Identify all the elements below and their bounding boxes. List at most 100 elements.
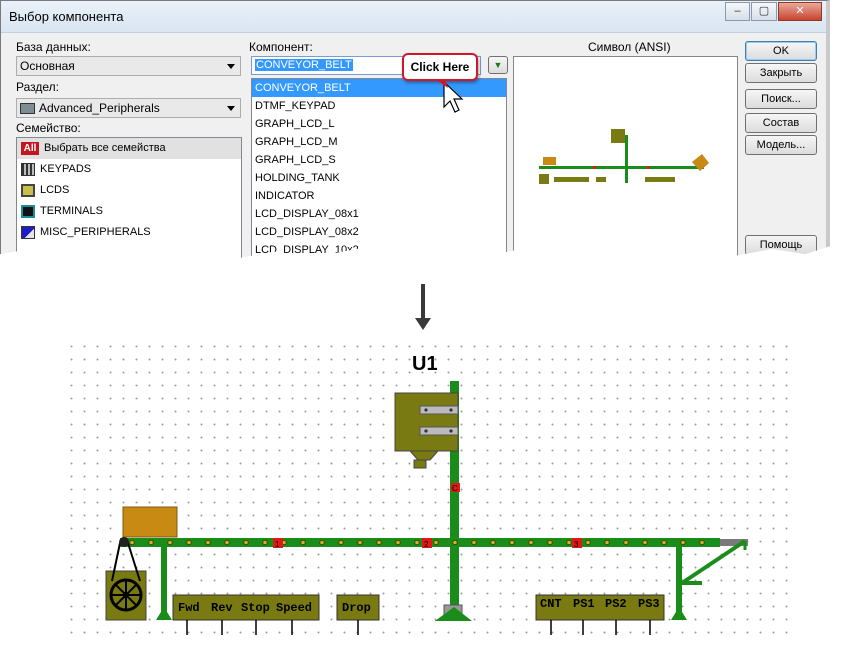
belt-roller xyxy=(585,539,591,546)
pin-label-ps3: PS3 xyxy=(638,597,660,611)
model-button[interactable]: Модель... xyxy=(745,135,817,155)
database-value: Основная xyxy=(20,59,75,73)
belt-roller xyxy=(395,539,401,546)
belt-roller xyxy=(433,539,439,546)
product-box xyxy=(122,506,178,538)
belt-roller xyxy=(319,539,325,546)
minimize-button[interactable]: – xyxy=(725,2,750,21)
composition-button[interactable]: Состав xyxy=(745,113,817,133)
pin-label-ps1: PS1 xyxy=(573,597,595,611)
belt-roller xyxy=(376,539,382,546)
list-item[interactable]: MISC_PERIPHERALS xyxy=(17,222,241,243)
title-bar: Выбор компонента – ▢ ✕ xyxy=(1,1,826,33)
list-item[interactable]: TERMINALS xyxy=(17,201,241,222)
belt-roller xyxy=(471,539,477,546)
belt-roller xyxy=(699,539,705,546)
list-item[interactable]: INDICATOR xyxy=(252,187,506,205)
sensor-marker-2-label: 2 xyxy=(424,540,429,549)
belt-roller xyxy=(148,539,154,546)
symbol-preview-thumbnail xyxy=(539,129,709,184)
belt-roller xyxy=(566,539,572,546)
belt-roller xyxy=(167,539,173,546)
family-item-label: KEYPADS xyxy=(40,163,92,175)
reference-label: U1 xyxy=(412,353,438,375)
database-select[interactable]: Основная xyxy=(16,56,241,76)
component-input-value: CONVEYOR_BELT xyxy=(255,59,353,71)
symbol-label: Символ (ANSI) xyxy=(588,40,671,54)
list-item[interactable]: GRAPH_LCD_L xyxy=(252,115,506,133)
list-item[interactable]: GRAPH_LCD_M xyxy=(252,133,506,151)
list-item[interactable]: LCDS xyxy=(17,180,241,201)
belt-roller xyxy=(490,539,496,546)
down-arrow-icon xyxy=(415,284,431,330)
belt-roller xyxy=(604,539,610,546)
pin-label-fwd: Fwd xyxy=(178,601,200,615)
belt-roller xyxy=(243,539,249,546)
section-label: Раздел: xyxy=(16,80,59,94)
ok-button[interactable]: OK xyxy=(745,41,817,61)
hopper-nozzle xyxy=(413,459,427,469)
drive-pulley xyxy=(119,537,129,547)
list-item[interactable]: LCD_DISPLAY_10x2 xyxy=(252,241,506,259)
window-title: Выбор компонента xyxy=(9,9,124,24)
list-item[interactable]: HOLDING_TANK xyxy=(252,169,506,187)
pin-label-cnt: CNT xyxy=(540,597,562,611)
conveyor-belt-schematic: U1 C 1 2 3 Fwd Rev Stop Speed Drop CNT P… xyxy=(70,345,790,635)
pin-label-stop: Stop xyxy=(241,601,270,615)
belt-roller xyxy=(224,539,230,546)
pin-label-rev: Rev xyxy=(211,601,233,615)
section-value: Advanced_Peripherals xyxy=(39,101,160,115)
family-item-label: LCDS xyxy=(40,184,70,196)
right-support xyxy=(676,547,682,612)
component-select-dialog: Выбор компонента – ▢ ✕ База данных: Осно… xyxy=(0,0,830,260)
maximize-button[interactable]: ▢ xyxy=(751,2,777,21)
left-support xyxy=(161,547,167,612)
family-list[interactable]: All Выбрать все семейства KEYPADS LCDS TE… xyxy=(16,137,242,260)
belt-roller xyxy=(642,539,648,546)
belt-roller xyxy=(338,539,344,546)
list-item[interactable]: GRAPH_LCD_S xyxy=(252,151,506,169)
belt-roller xyxy=(680,539,686,546)
keypad-icon xyxy=(21,162,35,176)
family-item-label: MISC_PERIPHERALS xyxy=(40,226,151,238)
terminal-icon xyxy=(21,204,35,218)
close-window-button[interactable]: ✕ xyxy=(778,2,822,21)
list-item[interactable]: All Выбрать все семейства xyxy=(17,138,241,159)
callout-pointer xyxy=(435,79,448,88)
family-item-label: TERMINALS xyxy=(40,205,103,217)
all-icon: All xyxy=(21,141,39,155)
pin-label-drop: Drop xyxy=(342,601,371,615)
list-item[interactable]: KEYPADS xyxy=(17,159,241,180)
list-item[interactable]: LCD_DISPLAY_08x2 xyxy=(252,223,506,241)
misc-peripheral-icon xyxy=(21,225,35,239)
filter-button[interactable]: ▼ xyxy=(488,56,508,74)
pin-label-speed: Speed xyxy=(276,601,312,615)
database-label: База данных: xyxy=(16,40,91,54)
hopper-body xyxy=(394,392,459,452)
lcd-icon xyxy=(21,183,35,197)
filter-icon: ▼ xyxy=(493,60,503,70)
family-label: Семейство: xyxy=(16,121,81,135)
component-label: Компонент: xyxy=(249,40,313,54)
close-button[interactable]: Закрыть xyxy=(745,63,817,83)
sensor-marker-c-label: C xyxy=(452,484,458,493)
search-button[interactable]: Поиск... xyxy=(745,89,817,109)
belt-roller xyxy=(547,539,553,546)
help-button[interactable]: Помощь xyxy=(745,235,817,255)
belt-roller xyxy=(623,539,629,546)
belt-roller xyxy=(186,539,192,546)
chevron-down-icon xyxy=(227,106,235,111)
belt-roller xyxy=(528,539,534,546)
family-item-label: Выбрать все семейства xyxy=(44,142,166,154)
belt-roller xyxy=(661,539,667,546)
list-item[interactable]: LCD_DISPLAY_08x1 xyxy=(252,205,506,223)
section-select[interactable]: Advanced_Peripherals xyxy=(16,98,241,118)
sensor-marker-3-label: 3 xyxy=(574,540,579,549)
sensor-marker-1-label: 1 xyxy=(275,540,280,549)
peripheral-icon xyxy=(20,103,35,115)
belt-roller xyxy=(509,539,515,546)
pin-label-ps2: PS2 xyxy=(605,597,627,611)
belt-roller xyxy=(357,539,363,546)
belt-roller xyxy=(300,539,306,546)
chevron-down-icon xyxy=(227,64,235,69)
